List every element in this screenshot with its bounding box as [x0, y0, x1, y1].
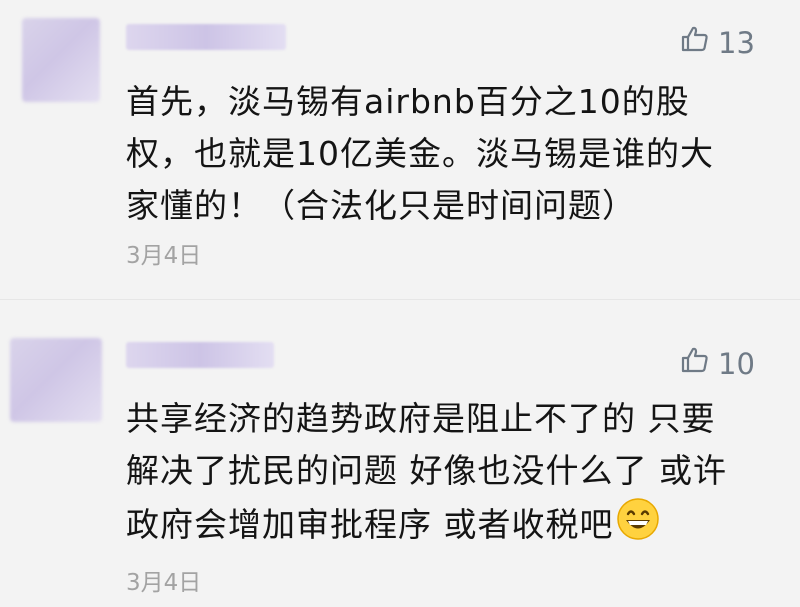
comment-line: 解决了扰民的问题 好像也没什么了 或许 — [126, 451, 727, 490]
grinning-face-emoji — [616, 497, 660, 556]
comment-text: 共享经济的趋势政府是阻止不了的 只要 解决了扰民的问题 好像也没什么了 或许 政… — [126, 393, 766, 556]
comment-line: 共享经济的趋势政府是阻止不了的 只要 — [126, 399, 716, 438]
username-redacted[interactable] — [126, 342, 274, 368]
comment-line: 政府会增加审批程序 或者收税吧 — [126, 505, 614, 544]
avatar[interactable] — [10, 338, 102, 422]
like-button[interactable]: 10 — [680, 345, 755, 382]
comment-date: 3月4日 — [126, 570, 202, 596]
like-count: 10 — [718, 346, 755, 381]
thumbs-up-icon — [680, 345, 710, 382]
comment-item: 10 共享经济的趋势政府是阻止不了的 只要 解决了扰民的问题 好像也没什么了 或… — [0, 0, 800, 607]
comment-line-with-emoji: 政府会增加审批程序 或者收税吧 — [126, 497, 766, 556]
